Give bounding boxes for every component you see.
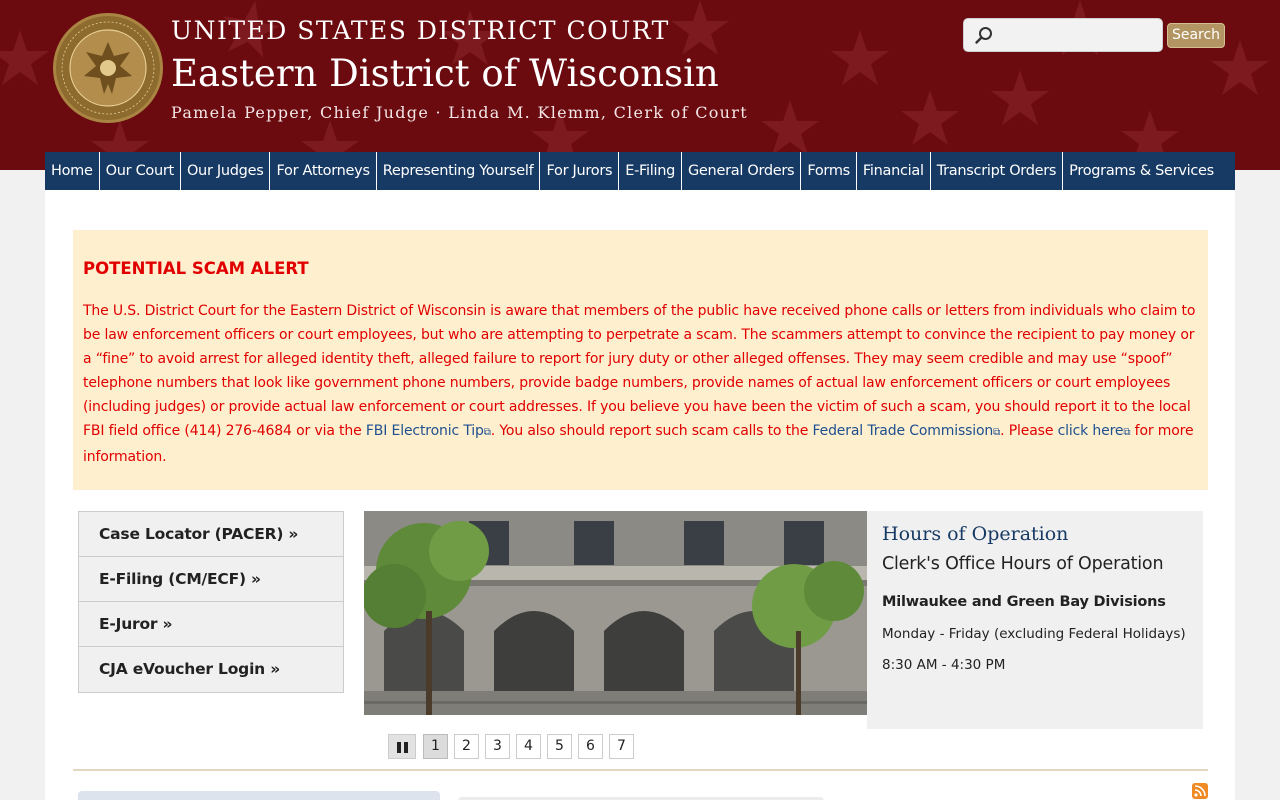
pause-icon[interactable] (388, 734, 416, 759)
quick-links: Case Locator (PACER) » E-Filing (CM/ECF)… (78, 511, 344, 693)
nav-item-financial[interactable]: Financial (857, 152, 931, 190)
judge-clerk-line: Pamela Pepper, Chief Judge · Linda M. Kl… (171, 103, 748, 122)
fbi-electronic-tip-link[interactable]: FBI Electronic Tip (366, 423, 484, 439)
nav-item-transcript-orders[interactable]: Transcript Orders (931, 152, 1064, 190)
e-juror-link[interactable]: E-Juror » (79, 602, 343, 647)
alert-title: POTENTIAL SCAM ALERT (83, 259, 309, 278)
case-locator-link[interactable]: Case Locator (PACER) » (79, 512, 343, 557)
court-seal-logo[interactable] (52, 12, 164, 124)
pager-page-5[interactable]: 5 (547, 734, 572, 759)
hours-days: Monday - Friday (excluding Federal Holid… (882, 626, 1186, 642)
hours-divisions: Milwaukee and Green Bay Divisions (882, 594, 1166, 610)
scam-alert-box: POTENTIAL SCAM ALERT The U.S. District C… (73, 230, 1208, 490)
alert-text-part: . Please (1000, 423, 1058, 439)
section-divider (73, 769, 1208, 771)
search-icon (975, 27, 992, 44)
search-box (963, 18, 1163, 52)
news-panel (78, 791, 440, 800)
courthouse-slide-image[interactable] (364, 511, 867, 715)
nav-item-representing-yourself[interactable]: Representing Yourself (377, 152, 541, 190)
nav-item-our-judges[interactable]: Our Judges (181, 152, 271, 190)
court-name-line: UNITED STATES DISTRICT COURT (171, 16, 670, 45)
site-header: UNITED STATES DISTRICT COURT Eastern Dis… (0, 0, 1280, 170)
pager-page-6[interactable]: 6 (578, 734, 603, 759)
search-input[interactable] (998, 23, 1158, 49)
nav-item-forms[interactable]: Forms (801, 152, 857, 190)
district-name[interactable]: Eastern District of Wisconsin (171, 52, 719, 95)
pager-page-4[interactable]: 4 (516, 734, 541, 759)
nav-item-general-orders[interactable]: General Orders (682, 152, 802, 190)
rss-icon[interactable] (1192, 783, 1208, 799)
hours-of-operation-panel: Hours of Operation Clerk's Office Hours … (867, 511, 1203, 729)
hours-subtitle: Clerk's Office Hours of Operation (882, 554, 1164, 574)
pause-bar (397, 742, 401, 753)
alert-text: The U.S. District Court for the Eastern … (83, 299, 1203, 469)
nav-item-for-jurors[interactable]: For Jurors (540, 152, 620, 190)
pager-page-7[interactable]: 7 (609, 734, 634, 759)
alert-text-part: . You also should report such scam calls… (490, 423, 813, 439)
pager-page-3[interactable]: 3 (485, 734, 510, 759)
pause-bar (404, 742, 408, 753)
cja-evoucher-link[interactable]: CJA eVoucher Login » (79, 647, 343, 692)
nav-item-home[interactable]: Home (45, 152, 100, 190)
e-filing-link[interactable]: E-Filing (CM/ECF) » (79, 557, 343, 602)
nav-item-programs-services[interactable]: Programs & Services (1063, 152, 1220, 190)
pager-page-1[interactable]: 1 (423, 734, 448, 759)
pager-page-2[interactable]: 2 (454, 734, 479, 759)
main-navigation: Home Our Court Our Judges For Attorneys … (45, 152, 1235, 190)
nav-item-e-filing[interactable]: E-Filing (619, 152, 682, 190)
external-link-icon: ⧉ (483, 427, 491, 438)
alert-text-part: The U.S. District Court for the Eastern … (83, 303, 1196, 439)
slideshow-pager: 1 2 3 4 5 6 7 (388, 734, 640, 759)
search-button[interactable]: Search (1167, 23, 1225, 48)
click-here-link[interactable]: click here (1058, 423, 1124, 439)
federal-trade-commission-link[interactable]: Federal Trade Commission (812, 423, 993, 439)
nav-item-our-court[interactable]: Our Court (100, 152, 181, 190)
hours-time: 8:30 AM - 4:30 PM (882, 657, 1006, 673)
hours-title[interactable]: Hours of Operation (882, 523, 1068, 545)
nav-item-for-attorneys[interactable]: For Attorneys (270, 152, 377, 190)
